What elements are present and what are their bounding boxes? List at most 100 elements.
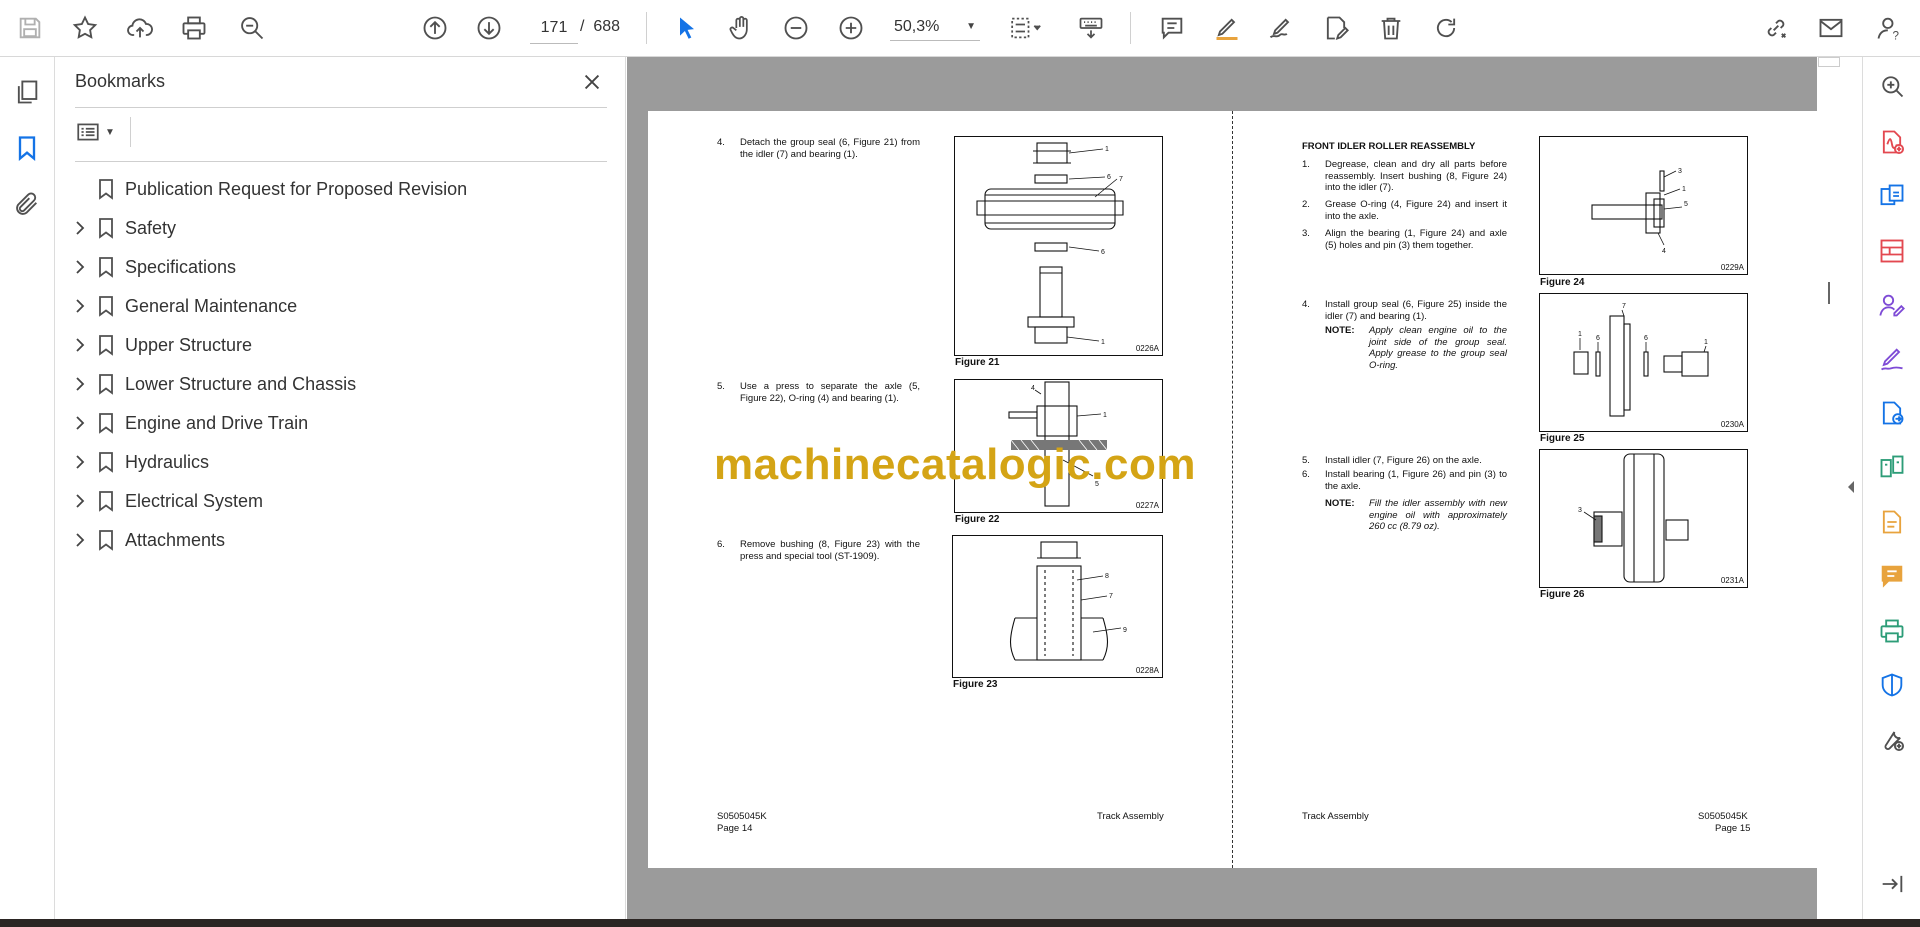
step-number: 6. xyxy=(1302,469,1310,480)
expand-panel-icon[interactable] xyxy=(1873,865,1911,903)
figure-code: 0231A xyxy=(1720,576,1744,585)
bookmark-item[interactable]: General Maintenance xyxy=(55,287,625,326)
step-text: Degrease, clean and dry all parts before… xyxy=(1325,159,1507,193)
bookmark-label: Publication Request for Proposed Revisio… xyxy=(125,179,468,199)
callout-number: 1 xyxy=(1101,339,1105,346)
zoom-in-icon[interactable] xyxy=(832,9,870,47)
bookmark-item[interactable]: Specifications xyxy=(55,248,625,287)
chevron-right-icon[interactable] xyxy=(71,375,89,393)
account-help-icon[interactable]: ? xyxy=(1870,9,1908,47)
bookmark-item[interactable]: Publication Request for Proposed Revisio… xyxy=(55,170,625,209)
fit-page-icon[interactable] xyxy=(1000,9,1050,47)
callout-number: 6 xyxy=(1107,174,1111,181)
close-icon[interactable] xyxy=(577,67,607,97)
page-divider xyxy=(1232,111,1233,868)
figure-caption: Figure 22 xyxy=(955,514,1000,525)
select-cursor-icon[interactable] xyxy=(668,9,706,47)
bookmark-item[interactable]: Hydraulics xyxy=(55,443,625,482)
figure-code: 0229A xyxy=(1720,263,1744,272)
draw-freehand-icon[interactable] xyxy=(1262,9,1300,47)
bookmark-label: Electrical System xyxy=(125,491,264,511)
left-navigation-rail xyxy=(0,57,55,919)
scrollbar-thumb[interactable] xyxy=(1828,282,1830,304)
page-thumbnails-icon[interactable] xyxy=(8,73,46,111)
step-text: Align the bearing (1, Figure 24) and axl… xyxy=(1325,228,1507,251)
bookmark-panel-icon[interactable] xyxy=(8,129,46,167)
step-text: Use a press to separate the axle (5, Fig… xyxy=(740,381,920,404)
figure-caption: Figure 24 xyxy=(1540,277,1585,288)
step-text: Remove bushing (8, Figure 23) with the p… xyxy=(740,539,920,562)
callout-number: 8 xyxy=(1105,573,1109,580)
request-signatures-icon[interactable] xyxy=(1873,286,1911,324)
bookmark-flag-icon xyxy=(96,412,116,434)
callout-number: 7 xyxy=(1622,303,1626,310)
keyboard-scroll-icon[interactable] xyxy=(1072,9,1110,47)
bookmark-item[interactable]: Lower Structure and Chassis xyxy=(55,365,625,404)
bookmark-flag-icon xyxy=(96,178,116,200)
footer-page-number: Page 15 xyxy=(1715,823,1751,834)
page-number-input[interactable] xyxy=(530,13,578,44)
attachments-paperclip-icon[interactable] xyxy=(8,185,46,223)
callout-number: 6 xyxy=(1101,249,1105,256)
page-count: / 688 xyxy=(580,18,620,36)
bookmark-item[interactable]: Electrical System xyxy=(55,482,625,521)
footer-section: Track Assembly xyxy=(1302,811,1369,822)
upload-cloud-icon[interactable] xyxy=(121,9,159,47)
zoom-out-icon[interactable] xyxy=(777,9,815,47)
highlight-pen-icon[interactable] xyxy=(1208,9,1246,47)
figure-caption: Figure 26 xyxy=(1540,589,1585,600)
comment-icon[interactable] xyxy=(1153,9,1191,47)
export-pdf-icon[interactable] xyxy=(1873,394,1911,432)
chevron-right-icon[interactable] xyxy=(71,492,89,510)
bookmark-options-button[interactable]: ▼ xyxy=(75,117,121,147)
protect-shield-icon[interactable] xyxy=(1873,666,1911,704)
collapse-right-panel-icon[interactable] xyxy=(1846,480,1856,494)
bookmark-item[interactable]: Safety xyxy=(55,209,625,248)
save-icon[interactable] xyxy=(11,9,49,47)
step-number: 4. xyxy=(717,137,725,148)
create-pdf-icon[interactable] xyxy=(1873,123,1911,161)
chevron-right-icon[interactable] xyxy=(71,414,89,432)
edit-pdf-icon[interactable] xyxy=(1873,503,1911,541)
compare-files-icon[interactable] xyxy=(1873,448,1911,486)
callout-number: 1 xyxy=(1103,412,1107,419)
search-zoom-icon[interactable] xyxy=(233,9,271,47)
chevron-right-icon[interactable] xyxy=(71,219,89,237)
combine-files-icon[interactable] xyxy=(1873,177,1911,215)
zoom-dropdown[interactable]: 50,3% ▼ xyxy=(890,13,980,41)
bookmark-item[interactable]: Attachments xyxy=(55,521,625,560)
comment-tool-icon[interactable] xyxy=(1873,557,1911,595)
bookmark-label: Safety xyxy=(125,218,177,238)
email-icon[interactable] xyxy=(1812,9,1850,47)
bookmark-item[interactable]: Engine and Drive Train xyxy=(55,404,625,443)
more-tools-wrench-icon[interactable] xyxy=(1873,720,1911,758)
print-icon[interactable] xyxy=(175,9,213,47)
next-page-icon[interactable] xyxy=(470,9,508,47)
footer-section: Track Assembly xyxy=(1097,811,1164,822)
scrollbar-top[interactable] xyxy=(1818,57,1840,67)
chevron-right-icon[interactable] xyxy=(71,297,89,315)
trash-icon[interactable] xyxy=(1372,9,1410,47)
callout-number: 6 xyxy=(1644,335,1648,342)
print-production-icon[interactable] xyxy=(1873,612,1911,650)
hand-tool-icon[interactable] xyxy=(722,9,760,47)
edit-text-icon[interactable] xyxy=(1317,9,1355,47)
bookmark-flag-icon xyxy=(96,373,116,395)
organize-pages-icon[interactable] xyxy=(1873,232,1911,270)
chevron-right-icon[interactable] xyxy=(71,453,89,471)
redo-icon[interactable] xyxy=(1427,9,1465,47)
chevron-right-icon[interactable] xyxy=(71,531,89,549)
bookmark-label: General Maintenance xyxy=(125,296,298,316)
divider xyxy=(75,161,607,162)
bookmark-item[interactable]: Upper Structure xyxy=(55,326,625,365)
fill-and-sign-icon[interactable] xyxy=(1873,340,1911,378)
chevron-right-icon[interactable] xyxy=(71,336,89,354)
previous-page-icon[interactable] xyxy=(416,9,454,47)
step-number: 5. xyxy=(1302,455,1310,466)
share-link-icon[interactable] xyxy=(1757,9,1795,47)
figure-code: 0227A xyxy=(1135,501,1159,510)
step-number: 4. xyxy=(1302,299,1310,310)
chevron-right-icon[interactable] xyxy=(71,258,89,276)
star-icon[interactable] xyxy=(66,9,104,47)
zoom-search-icon[interactable] xyxy=(1873,67,1911,105)
